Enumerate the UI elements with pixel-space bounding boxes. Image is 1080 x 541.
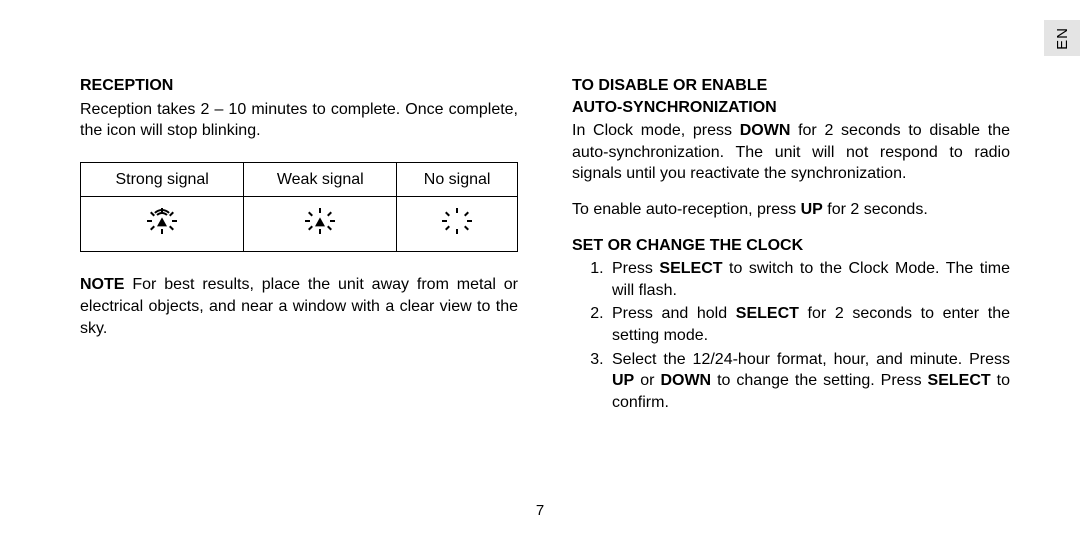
weak-signal-cell [244, 197, 397, 252]
step3-text: Select the 12/24-hour format, hour, and … [612, 351, 1010, 411]
page-number: 7 [536, 502, 544, 519]
left-column: RECEPTION Reception takes 2 – 10 minutes… [80, 75, 518, 511]
no-signal-icon [444, 210, 470, 232]
language-tab: EN [1044, 20, 1080, 56]
no-signal-cell [397, 197, 518, 252]
heading-reception: RECEPTION [80, 75, 518, 97]
note-text: For best results, place the unit away fr… [80, 276, 518, 336]
note-label: NOTE [80, 276, 124, 293]
step-3: Select the 12/24-hour format, hour, and … [608, 349, 1010, 414]
heading-autosync-line2: AUTO-SYNCHRONIZATION [572, 99, 777, 116]
step-1: Press SELECT to switch to the Clock Mode… [608, 258, 1010, 301]
set-clock-steps: Press SELECT to switch to the Clock Mode… [572, 258, 1010, 413]
reception-intro: Reception takes 2 – 10 minutes to comple… [80, 99, 518, 142]
heading-set-clock: SET OR CHANGE THE CLOCK [572, 235, 1010, 257]
p1-pre: In Clock mode, press [572, 122, 740, 139]
up-key-label: UP [801, 201, 823, 218]
reception-note: NOTE For best results, place the unit aw… [80, 274, 518, 339]
strong-signal-icon [149, 210, 175, 232]
autosync-enable-text: To enable auto-reception, press UP for 2… [572, 199, 1010, 221]
heading-autosync-line1: TO DISABLE OR ENABLE [572, 77, 767, 94]
heading-autosync: TO DISABLE OR ENABLE AUTO-SYNCHRONIZATIO… [572, 75, 1010, 118]
manual-page: RECEPTION Reception takes 2 – 10 minutes… [0, 0, 1080, 541]
p2-post: for 2 seconds. [823, 201, 928, 218]
step1-text: Press SELECT to switch to the Clock Mode… [612, 260, 1010, 299]
right-column: TO DISABLE OR ENABLE AUTO-SYNCHRONIZATIO… [572, 75, 1020, 511]
step2-text: Press and hold SELECT for 2 seconds to e… [612, 305, 1010, 344]
down-key-label: DOWN [740, 122, 791, 139]
autosync-disable-text: In Clock mode, press DOWN for 2 seconds … [572, 120, 1010, 185]
signal-col-strong: Strong signal [81, 162, 244, 197]
signal-col-weak: Weak signal [244, 162, 397, 197]
weak-signal-icon [307, 210, 333, 232]
step-2: Press and hold SELECT for 2 seconds to e… [608, 303, 1010, 346]
signal-col-none: No signal [397, 162, 518, 197]
signal-table: Strong signal Weak signal No signal [80, 162, 518, 253]
strong-signal-cell [81, 197, 244, 252]
p2-pre: To enable auto-reception, press [572, 201, 801, 218]
language-code: EN [1054, 27, 1071, 50]
